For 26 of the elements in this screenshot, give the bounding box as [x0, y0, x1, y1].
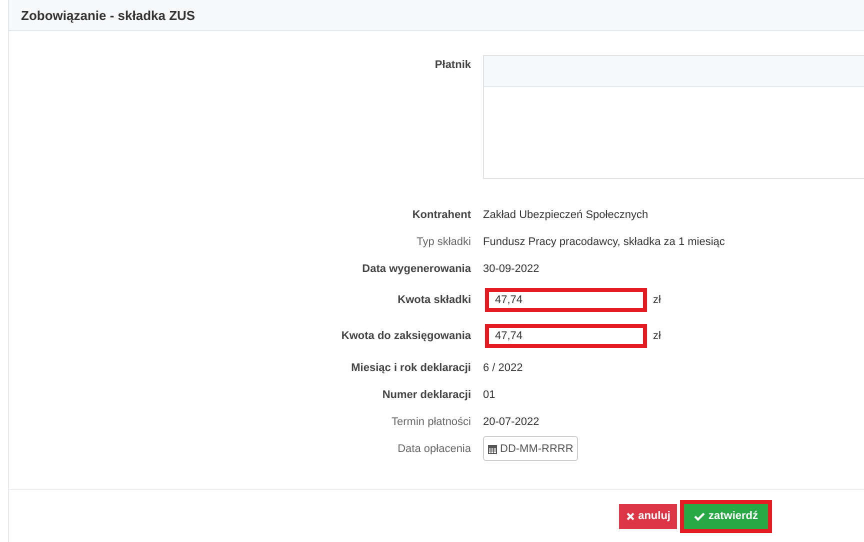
field-value: 6 / 2022	[483, 362, 523, 374]
field-label: Płatnik	[434, 58, 471, 71]
field-label: Numer deklaracji	[381, 388, 471, 400]
check-icon	[694, 512, 706, 520]
unit-label: zł	[653, 330, 661, 342]
amount-input[interactable]: 47,74	[485, 288, 647, 312]
field-label: Miesiąc i rok deklaracji	[350, 362, 471, 374]
field-label: Kontrahent	[411, 208, 471, 220]
date-field[interactable]: DD-MM-RRRR	[483, 436, 578, 461]
calendar-icon	[488, 444, 497, 454]
field-value: Zakład Ubezpieczeń Społecznych	[483, 208, 648, 220]
field-label: Data wygenerowania	[361, 262, 471, 274]
field-label: Kwota do zaksięgowania	[340, 330, 471, 342]
unit-label: zł	[653, 294, 661, 306]
panel-title: Zobowiązanie - składka ZUS	[21, 8, 196, 22]
field-value: 20-07-2022	[483, 416, 540, 428]
amount-input[interactable]: 47,74	[485, 324, 647, 348]
field-label: Kwota składki	[396, 294, 471, 306]
field-label: Data opłacenia	[396, 442, 471, 454]
cancel-button[interactable]: anuluj	[619, 504, 678, 528]
field-label: Typ składki	[416, 236, 471, 248]
field-value: 01	[483, 388, 496, 400]
field-label: Termin płatności	[390, 416, 471, 428]
close-icon	[626, 512, 636, 520]
field-value: Fundusz Pracy pracodawcy, składka za 1 miesiąc	[483, 236, 725, 248]
field-value: 30-09-2022	[483, 262, 540, 274]
